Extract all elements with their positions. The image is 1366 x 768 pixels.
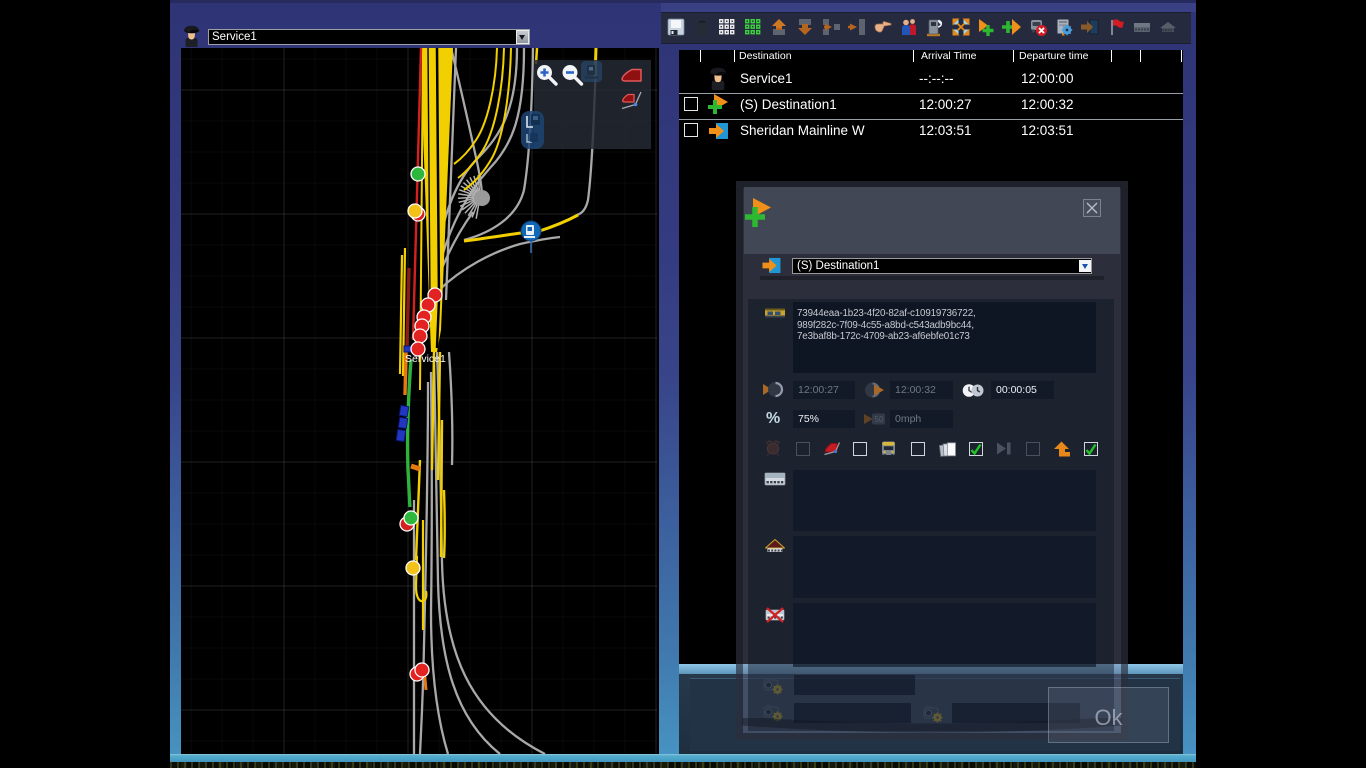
- svg-text:50: 50: [875, 415, 884, 424]
- svg-text:Service1: Service1: [405, 353, 446, 365]
